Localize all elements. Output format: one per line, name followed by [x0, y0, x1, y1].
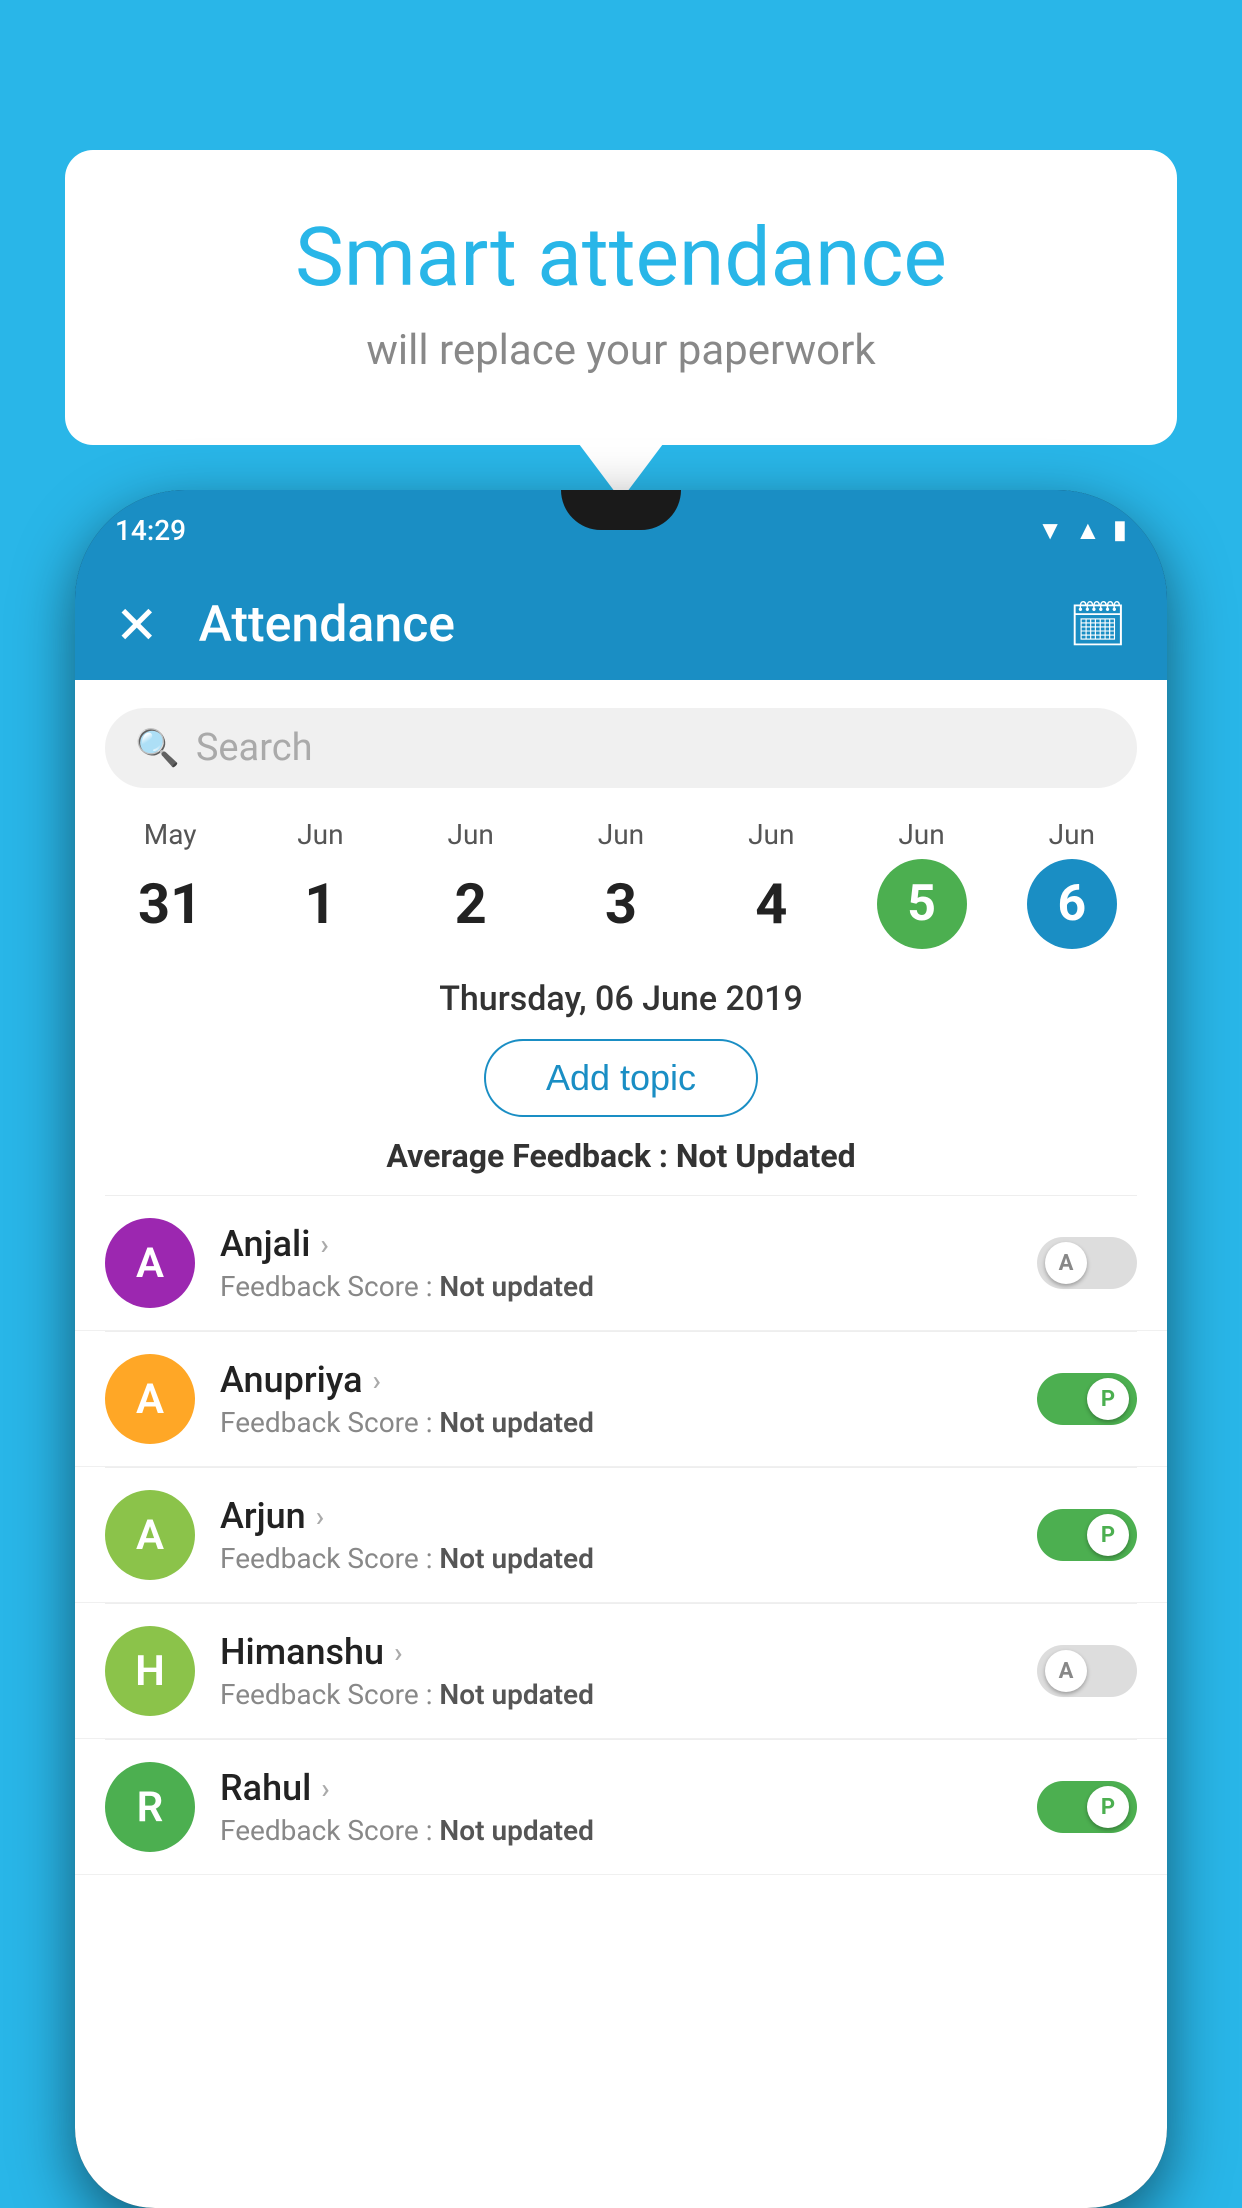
notch	[561, 490, 681, 530]
status-icons: ▼ ▲ ▮	[1037, 515, 1127, 546]
student-info: Anjali › Feedback Score : Not updated	[220, 1223, 1037, 1303]
phone-content: 🔍 Search May 31 Jun 1 Jun 2 Jun 3 Jun 4 Jun 5 Jun 6 T…	[75, 680, 1167, 2208]
student-name: Anupriya ›	[220, 1359, 1037, 1401]
close-button[interactable]: ✕	[115, 595, 159, 656]
student-feedback: Feedback Score : Not updated	[220, 1406, 1037, 1439]
date-day[interactable]: 4	[726, 859, 816, 949]
toggle-knob: A	[1045, 1650, 1087, 1692]
student-list: AAnjali ›Feedback Score : Not updatedAAA…	[75, 1196, 1167, 1875]
date-day[interactable]: 5	[877, 859, 967, 949]
date-day[interactable]: 31	[125, 859, 215, 949]
app-bar-title: Attendance	[199, 596, 1069, 654]
date-month: May	[144, 818, 197, 851]
student-row[interactable]: AAnjali ›Feedback Score : Not updatedA	[75, 1196, 1167, 1331]
phone-frame: 14:29 ▼ ▲ ▮ ✕ Attendance 🗓 🔍 Search May 3…	[75, 490, 1167, 2208]
chevron-right-icon: ›	[394, 1636, 402, 1669]
student-info: Rahul › Feedback Score : Not updated	[220, 1767, 1037, 1847]
student-feedback: Feedback Score : Not updated	[220, 1814, 1037, 1847]
attendance-toggle[interactable]: P	[1037, 1373, 1137, 1425]
status-bar: 14:29 ▼ ▲ ▮	[75, 490, 1167, 570]
date-col-1[interactable]: Jun 1	[245, 808, 395, 959]
avg-feedback: Average Feedback : Not Updated	[75, 1137, 1167, 1175]
attendance-toggle[interactable]: A	[1037, 1237, 1137, 1289]
search-input[interactable]: Search	[196, 726, 313, 770]
student-row[interactable]: A Anupriya › Feedback Score : Not updated P	[75, 1332, 1167, 1467]
student-row[interactable]: H Himanshu › Feedback Score : Not updatedA	[75, 1604, 1167, 1739]
add-topic-button[interactable]: Add topic	[484, 1039, 758, 1117]
bubble-subtitle: will replace your paperwork	[135, 326, 1107, 375]
student-name: Arjun ›	[220, 1495, 1037, 1537]
selected-date-label: Thursday, 06 June 2019	[75, 979, 1167, 1019]
student-avatar: A	[105, 1354, 195, 1444]
date-day[interactable]: 6	[1027, 859, 1117, 949]
student-info: Anupriya › Feedback Score : Not updated	[220, 1359, 1037, 1439]
student-avatar: A	[105, 1490, 195, 1580]
bubble-title: Smart attendance	[135, 210, 1107, 306]
app-bar: ✕ Attendance 🗓	[75, 570, 1167, 680]
student-feedback: Feedback Score : Not updated	[220, 1678, 1037, 1711]
battery-icon: ▮	[1113, 515, 1127, 545]
chevron-right-icon: ›	[321, 1772, 329, 1805]
calendar-icon[interactable]: 🗓	[1069, 598, 1127, 652]
student-info: Arjun › Feedback Score : Not updated	[220, 1495, 1037, 1575]
date-col-2[interactable]: Jun 2	[396, 808, 546, 959]
date-col-3[interactable]: Jun 3	[546, 808, 696, 959]
speech-bubble: Smart attendance will replace your paper…	[65, 150, 1177, 445]
date-col-6[interactable]: Jun 6	[997, 808, 1147, 959]
student-row[interactable]: A Arjun › Feedback Score : Not updated P	[75, 1468, 1167, 1603]
search-icon: 🔍	[135, 727, 180, 769]
search-bar[interactable]: 🔍 Search	[105, 708, 1137, 788]
toggle-knob: A	[1045, 1242, 1087, 1284]
date-month: Jun	[748, 818, 794, 851]
student-feedback: Feedback Score : Not updated	[220, 1270, 1037, 1303]
wifi-icon: ▼	[1037, 515, 1063, 546]
date-strip: May 31 Jun 1 Jun 2 Jun 3 Jun 4 Jun 5 Jun 6	[75, 808, 1167, 959]
chevron-right-icon: ›	[320, 1228, 328, 1261]
date-day[interactable]: 2	[426, 859, 516, 949]
date-col-0[interactable]: May 31	[95, 808, 245, 959]
speech-bubble-container: Smart attendance will replace your paper…	[65, 150, 1177, 445]
date-month: Jun	[448, 818, 494, 851]
date-day[interactable]: 1	[275, 859, 365, 949]
student-row[interactable]: R Rahul › Feedback Score : Not updated P	[75, 1740, 1167, 1875]
student-feedback: Feedback Score : Not updated	[220, 1542, 1037, 1575]
date-month: Jun	[1049, 818, 1095, 851]
attendance-toggle[interactable]: P	[1037, 1509, 1137, 1561]
chevron-right-icon: ›	[373, 1364, 381, 1397]
student-avatar: H	[105, 1626, 195, 1716]
attendance-toggle[interactable]: A	[1037, 1645, 1137, 1697]
student-avatar: R	[105, 1762, 195, 1852]
date-day[interactable]: 3	[576, 859, 666, 949]
student-name: Himanshu ›	[220, 1631, 1037, 1673]
student-name: Anjali ›	[220, 1223, 1037, 1265]
status-time: 14:29	[115, 514, 186, 547]
date-col-4[interactable]: Jun 4	[696, 808, 846, 959]
student-info: Himanshu › Feedback Score : Not updated	[220, 1631, 1037, 1711]
chevron-right-icon: ›	[316, 1500, 324, 1533]
signal-icon: ▲	[1075, 515, 1101, 546]
toggle-knob: P	[1087, 1786, 1129, 1828]
student-avatar: A	[105, 1218, 195, 1308]
attendance-toggle[interactable]: P	[1037, 1781, 1137, 1833]
date-month: Jun	[598, 818, 644, 851]
date-month: Jun	[297, 818, 343, 851]
date-col-5[interactable]: Jun 5	[846, 808, 996, 959]
toggle-knob: P	[1087, 1514, 1129, 1556]
toggle-knob: P	[1087, 1378, 1129, 1420]
date-month: Jun	[898, 818, 944, 851]
student-name: Rahul ›	[220, 1767, 1037, 1809]
